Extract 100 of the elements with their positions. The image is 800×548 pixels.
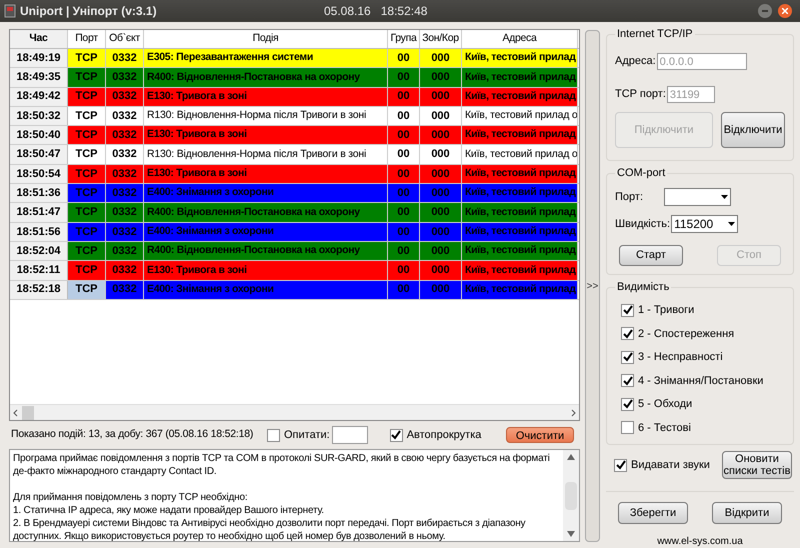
table-cell: E400: Знімання з охорони [144, 184, 388, 202]
time-cell: 18:52:18 [10, 280, 68, 299]
table-cell: TCP [68, 184, 106, 202]
window-title: Uniport | Уніпорт (v:3.1) [20, 3, 158, 20]
start-button[interactable]: Старт [619, 245, 683, 266]
visibility-checkbox[interactable] [621, 304, 634, 317]
check-icon [622, 352, 632, 362]
table-cell: Київ, тестовий прилад [462, 222, 578, 241]
column-header[interactable]: Адреса [462, 30, 578, 48]
table-cell: E130: Тривога в зоні [144, 261, 388, 280]
scroll-down-icon[interactable] [567, 531, 575, 537]
table-cell: 000 [420, 88, 462, 106]
poll-checkbox[interactable] [267, 428, 280, 442]
scroll-up-icon[interactable] [567, 454, 575, 460]
table-cell: 0332 [106, 261, 144, 280]
table-cell: 000 [420, 222, 462, 241]
horizontal-scrollbar[interactable] [10, 404, 579, 420]
check-icon [391, 430, 402, 440]
visibility-checkbox[interactable] [621, 374, 634, 388]
minimize-button[interactable] [758, 4, 772, 18]
table-cell: 000 [420, 164, 462, 184]
time-cell: 18:50:32 [10, 106, 68, 126]
table-cell: TCP [68, 164, 106, 184]
table-cell: TCP [68, 88, 106, 106]
collapse-button[interactable]: >> [585, 30, 600, 542]
table-cell: 0332 [106, 203, 144, 222]
poll-field[interactable] [332, 426, 368, 444]
sounds-checkbox[interactable] [614, 458, 627, 472]
table-cell: TCP [68, 49, 106, 68]
visibility-checkbox[interactable] [621, 398, 634, 411]
table-cell: TCP [68, 222, 106, 241]
window-time: 18:52:48 [380, 3, 428, 20]
clear-button[interactable]: Очистити [506, 427, 574, 443]
check-icon [616, 460, 626, 470]
scroll-thumb[interactable] [22, 406, 34, 420]
table-cell: 0332 [106, 49, 144, 68]
open-button[interactable]: Відкрити [712, 502, 782, 524]
table-cell: R400: Відновлення-Постановка на охорону [144, 242, 388, 260]
address-field[interactable]: 0.0.0.0 [656, 53, 747, 70]
check-icon [622, 328, 632, 339]
autoscroll-label: Автопрокрутка [406, 428, 482, 443]
time-cell: 18:50:47 [10, 145, 68, 164]
visibility-label: 2 - Спостереження [638, 326, 734, 342]
visibility-checkbox[interactable] [621, 350, 634, 364]
table-cell: 00 [388, 280, 420, 299]
table-cell: 000 [420, 242, 462, 260]
poll-label: Опитати: [284, 428, 330, 443]
table-cell: 00 [388, 203, 420, 222]
table-cell: 00 [388, 261, 420, 280]
sounds-label: Видавати звуки [631, 458, 710, 473]
table-cell: Київ, тестовий прилад [462, 88, 578, 106]
time-cell: 18:52:11 [10, 261, 68, 280]
update-tests-button[interactable]: Оновити списки тестів [722, 451, 792, 479]
autoscroll-checkbox[interactable] [390, 428, 403, 442]
table-cell: 00 [388, 126, 420, 144]
table-cell: 0332 [106, 280, 144, 299]
visibility-checkbox[interactable] [621, 327, 634, 340]
group-title: COM-port [615, 167, 668, 180]
table-cell: Київ, тестовий прилад [462, 203, 578, 222]
table-cell: 000 [420, 261, 462, 280]
table-cell: E305: Перезавантаження системи [144, 49, 388, 68]
table-cell: TCP [68, 126, 106, 144]
visibility-label: 1 - Тривоги [638, 303, 694, 318]
table-cell: Київ, тестовий прилад [462, 126, 578, 144]
website-link[interactable]: www.el-sys.com.ua [600, 534, 800, 548]
column-header[interactable]: Час [10, 30, 68, 48]
table-cell: 000 [420, 49, 462, 68]
visibility-checkbox[interactable] [621, 421, 634, 434]
tcp-port-field[interactable]: 31199 [666, 86, 715, 103]
log-text: Програма приймає повідомлення з портів TCP та COM в протоколі SUR-GARD, який в свою чергу базується на форматі де-факто міжнародного стандарту Contact ID. Для приймання повідомлень з порту TCP необхідно: 1. Статична IP адреса, яку може надати провайдер Вашого інтернету. 2. В Брендмауері системи Віндовс та Антивірусі необхідно дозволити порт передачі. Порт вибирається з діапазону доступних. Якщо використовується роутер то необхідно щоб цей номер був дозволений в ньому. [12, 452, 551, 541]
table-cell: Київ, тестовий прилад [462, 184, 578, 202]
column-header[interactable]: Подія [144, 30, 388, 48]
com-port-select[interactable] [664, 188, 731, 206]
table-cell: Київ, тестовий прилад [462, 164, 578, 184]
table-cell: 000 [420, 203, 462, 222]
visibility-label: 5 - Обходи [638, 397, 692, 412]
column-header[interactable]: Порт [68, 30, 106, 48]
table-cell: 0332 [106, 126, 144, 144]
table-cell: TCP [68, 261, 106, 280]
disconnect-button[interactable]: Відключити [721, 112, 785, 148]
table-cell: 00 [388, 88, 420, 106]
column-header[interactable]: Об`єкт [106, 30, 144, 48]
close-icon [782, 8, 788, 14]
dropdown-icon [721, 195, 728, 199]
time-cell: 18:49:35 [10, 68, 68, 87]
column-header[interactable]: Група [388, 30, 420, 48]
check-icon [622, 305, 632, 316]
time-cell: 18:51:56 [10, 222, 68, 241]
table-cell: 000 [420, 68, 462, 87]
speed-select[interactable]: 115200 [671, 215, 738, 233]
table-cell: TCP [68, 242, 106, 260]
events-summary: Показано подій: 13, за добу: 367 (05.08.16 18:52:18) [10, 427, 254, 442]
address-label: Адреса: [615, 54, 656, 70]
close-button[interactable] [778, 4, 792, 18]
column-header[interactable]: Зон/Кор [420, 30, 462, 48]
table-cell: Київ, тестовий прилад [462, 49, 578, 68]
time-cell: 18:49:19 [10, 49, 68, 68]
save-button[interactable]: Зберегти [618, 502, 688, 524]
window-date: 05.08.16 [324, 3, 371, 20]
vertical-scrollbar[interactable] [563, 450, 579, 541]
